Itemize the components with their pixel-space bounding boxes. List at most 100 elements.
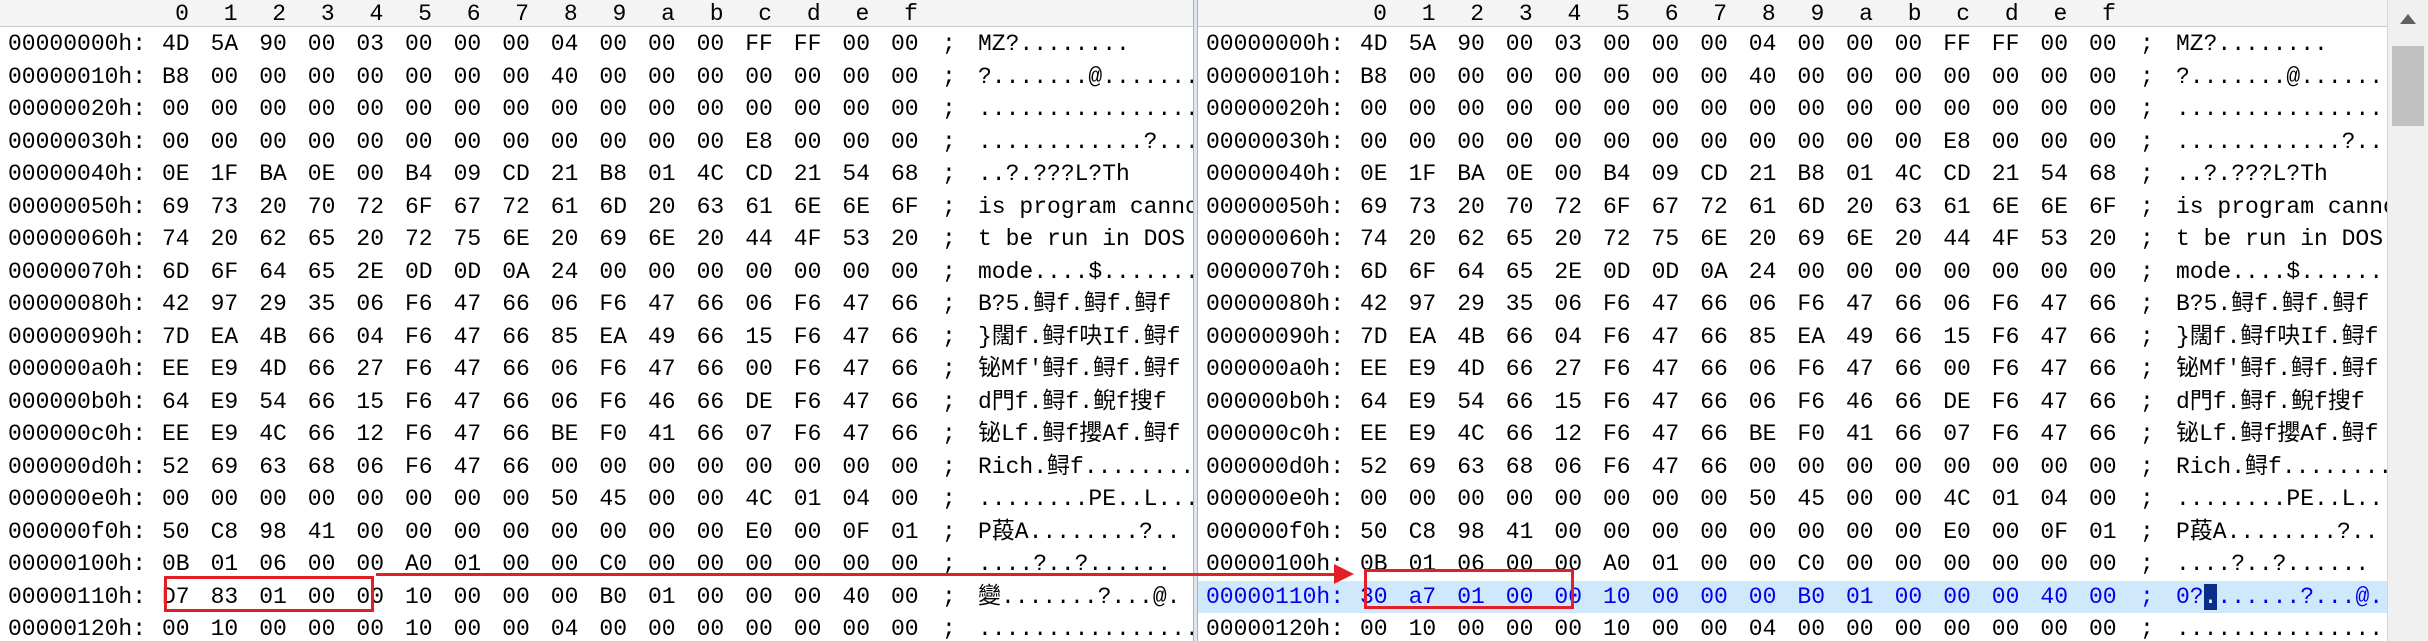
hex-byte[interactable]: 66 bbox=[2089, 418, 2131, 451]
hex-byte[interactable]: 00 bbox=[1603, 483, 1645, 516]
hex-byte[interactable]: 00 bbox=[697, 28, 739, 61]
hex-byte[interactable]: 01 bbox=[2089, 516, 2131, 549]
hex-byte[interactable]: 00 bbox=[1846, 28, 1888, 61]
hex-row[interactable]: 00000000h: 4D 5A 90 00 03 00 00 00 04 00 00 00 FF FF 00… bbox=[1198, 28, 2388, 61]
hex-byte[interactable]: 00 bbox=[794, 613, 836, 641]
ascii-text[interactable]: ?.......@....... bbox=[978, 61, 1193, 94]
hex-byte[interactable]: 00 bbox=[1652, 613, 1694, 641]
hex-byte[interactable]: EE bbox=[1360, 418, 1402, 451]
hex-byte[interactable]: 00 bbox=[697, 451, 739, 484]
hex-byte[interactable]: 07 bbox=[1943, 418, 1985, 451]
hex-byte[interactable]: 66 bbox=[1700, 353, 1742, 386]
hex-byte[interactable]: 10 bbox=[1603, 581, 1645, 614]
hex-byte[interactable]: B0 bbox=[599, 581, 641, 614]
hex-byte[interactable]: 63 bbox=[259, 451, 301, 484]
hex-byte[interactable]: 20 bbox=[697, 223, 739, 256]
hex-byte[interactable]: 00 bbox=[1700, 61, 1742, 94]
hex-byte[interactable]: 00 bbox=[794, 256, 836, 289]
hex-byte[interactable]: F6 bbox=[599, 386, 641, 419]
ascii-text[interactable]: mode....$....... bbox=[978, 256, 1193, 289]
hex-byte[interactable]: 00 bbox=[599, 126, 641, 159]
hex-byte[interactable]: 64 bbox=[259, 256, 301, 289]
hex-byte[interactable]: 47 bbox=[1652, 321, 1694, 354]
ascii-text[interactable]: ................ bbox=[978, 613, 1193, 641]
hex-byte[interactable]: 01 bbox=[648, 158, 690, 191]
hex-byte[interactable]: 27 bbox=[356, 353, 398, 386]
ascii-text[interactable]: d門f.鲟f.鲵f搜f bbox=[2176, 386, 2365, 419]
hex-byte[interactable]: 00 bbox=[162, 613, 204, 641]
hex-byte[interactable]: 20 bbox=[1457, 191, 1499, 224]
hex-byte[interactable]: 00 bbox=[1554, 61, 1596, 94]
hex-byte[interactable]: 54 bbox=[1457, 386, 1499, 419]
hex-byte[interactable]: 01 bbox=[794, 483, 836, 516]
hex-byte[interactable]: 00 bbox=[891, 93, 933, 126]
hex-byte[interactable]: 00 bbox=[1360, 613, 1402, 641]
hex-byte[interactable]: 00 bbox=[1797, 28, 1839, 61]
hex-byte[interactable]: F6 bbox=[794, 353, 836, 386]
hex-byte[interactable]: 00 bbox=[308, 28, 350, 61]
hex-byte[interactable]: 00 bbox=[599, 516, 641, 549]
hex-byte[interactable]: 47 bbox=[454, 451, 496, 484]
hex-byte[interactable]: FF bbox=[1992, 28, 2034, 61]
hex-byte[interactable]: 00 bbox=[1895, 93, 1937, 126]
hex-byte[interactable]: 66 bbox=[697, 288, 739, 321]
ascii-text[interactable]: P葮A........?.. bbox=[978, 516, 1180, 549]
hex-byte[interactable]: 00 bbox=[1797, 126, 1839, 159]
hex-byte[interactable]: 00 bbox=[697, 93, 739, 126]
hex-byte[interactable]: 00 bbox=[259, 126, 301, 159]
hex-byte[interactable]: 68 bbox=[308, 451, 350, 484]
hex-byte[interactable]: 97 bbox=[211, 288, 253, 321]
hex-byte[interactable]: 00 bbox=[405, 516, 447, 549]
hex-byte[interactable]: 72 bbox=[1554, 191, 1596, 224]
hex-byte[interactable]: 00 bbox=[356, 158, 398, 191]
hex-row[interactable]: 000000f0h: 50 C8 98 41 00 00 00 00 00 00 00 00 E0 00 0F… bbox=[0, 516, 1193, 549]
hex-byte[interactable]: 00 bbox=[454, 483, 496, 516]
hex-byte[interactable]: 10 bbox=[405, 613, 447, 641]
hex-byte[interactable]: 6E bbox=[2040, 191, 2082, 224]
hex-byte[interactable]: 72 bbox=[1700, 191, 1742, 224]
hex-byte[interactable]: F6 bbox=[405, 386, 447, 419]
hex-byte[interactable]: 00 bbox=[697, 126, 739, 159]
hex-byte[interactable]: 00 bbox=[2089, 61, 2131, 94]
hex-byte[interactable]: 47 bbox=[2040, 418, 2082, 451]
hex-byte[interactable]: F6 bbox=[599, 288, 641, 321]
hex-byte[interactable]: 69 bbox=[162, 191, 204, 224]
hex-byte[interactable]: 53 bbox=[842, 223, 884, 256]
hex-byte[interactable]: 66 bbox=[1506, 418, 1548, 451]
hex-row[interactable]: 00000020h: 00 00 00 00 00 00 00 00 00 00 00 00 00 00 00… bbox=[0, 93, 1193, 126]
hex-byte[interactable]: 00 bbox=[308, 126, 350, 159]
hex-byte[interactable]: 00 bbox=[551, 93, 593, 126]
hex-byte[interactable]: 40 bbox=[551, 61, 593, 94]
hex-byte[interactable]: 00 bbox=[648, 483, 690, 516]
hex-byte[interactable]: 00 bbox=[1749, 451, 1791, 484]
hex-byte[interactable]: 47 bbox=[454, 321, 496, 354]
hex-byte[interactable]: 00 bbox=[745, 93, 787, 126]
hex-byte[interactable]: 00 bbox=[1992, 581, 2034, 614]
hex-byte[interactable]: 00 bbox=[1700, 613, 1742, 641]
hex-byte[interactable]: 00 bbox=[454, 516, 496, 549]
hex-byte[interactable]: 06 bbox=[1554, 288, 1596, 321]
hex-byte[interactable]: 98 bbox=[1457, 516, 1499, 549]
hex-byte[interactable]: F6 bbox=[1603, 418, 1645, 451]
hex-byte[interactable]: 66 bbox=[1895, 353, 1937, 386]
hex-byte[interactable]: E9 bbox=[211, 418, 253, 451]
hex-byte[interactable]: 01 bbox=[1846, 581, 1888, 614]
hex-byte[interactable]: F6 bbox=[1992, 418, 2034, 451]
hex-byte[interactable]: 00 bbox=[2040, 28, 2082, 61]
hex-byte[interactable]: 29 bbox=[1457, 288, 1499, 321]
hex-byte[interactable]: 00 bbox=[2040, 256, 2082, 289]
hex-byte[interactable]: 20 bbox=[356, 223, 398, 256]
hex-byte[interactable]: 00 bbox=[502, 93, 544, 126]
hex-byte[interactable]: 00 bbox=[842, 451, 884, 484]
hex-byte[interactable]: 66 bbox=[502, 418, 544, 451]
hex-byte[interactable]: 4D bbox=[1457, 353, 1499, 386]
hex-byte[interactable]: 52 bbox=[1360, 451, 1402, 484]
hex-byte[interactable]: 20 bbox=[259, 191, 301, 224]
hex-byte[interactable]: 00 bbox=[794, 451, 836, 484]
hex-byte[interactable]: 00 bbox=[211, 126, 253, 159]
hex-byte[interactable]: 6E bbox=[1992, 191, 2034, 224]
hex-byte[interactable]: 41 bbox=[648, 418, 690, 451]
hex-byte[interactable]: 66 bbox=[891, 418, 933, 451]
hex-row[interactable]: 00000060h: 74 20 62 65 20 72 75 6E 20 69 6E 20 44 4F 53… bbox=[1198, 223, 2388, 256]
hex-byte[interactable]: 66 bbox=[697, 321, 739, 354]
